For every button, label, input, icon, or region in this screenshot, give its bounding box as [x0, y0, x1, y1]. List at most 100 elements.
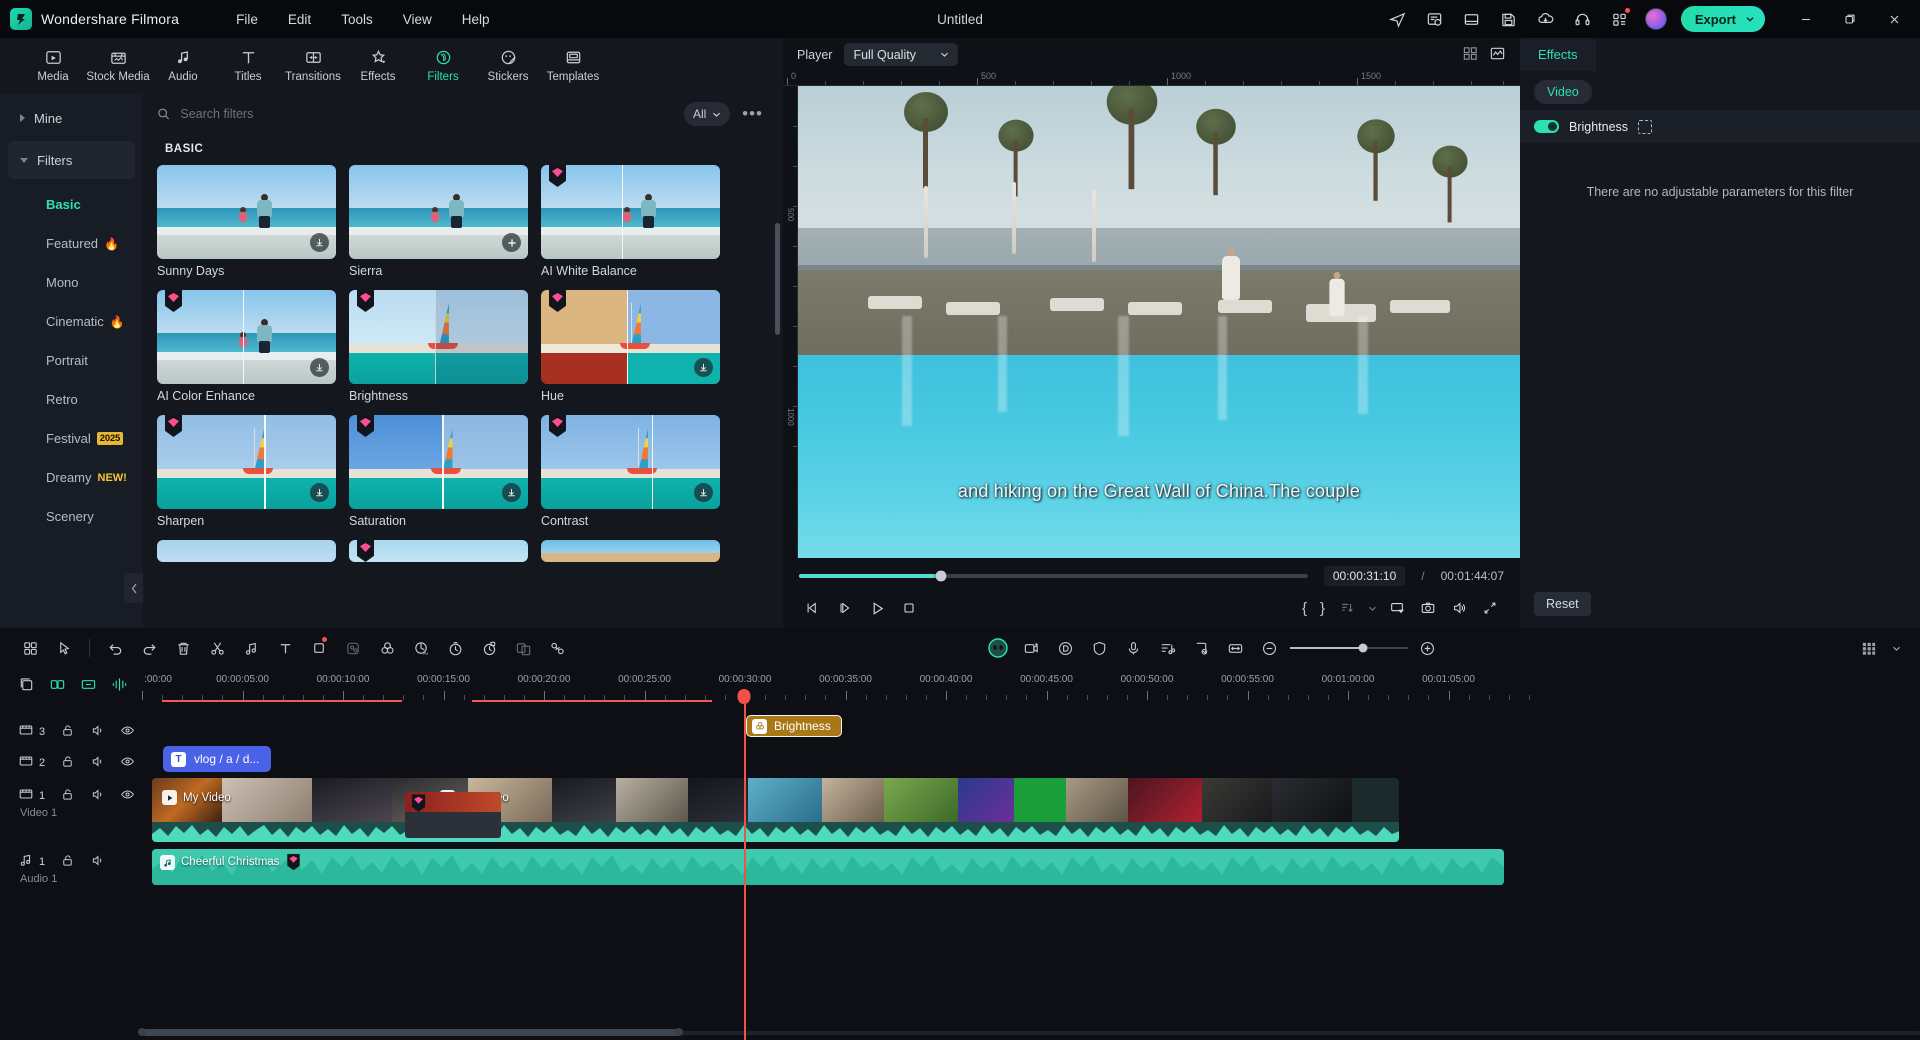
grid-dots-icon[interactable]	[1852, 634, 1884, 662]
download-icon[interactable]	[310, 483, 329, 502]
category-root-mine[interactable]: Mine	[8, 99, 135, 137]
filter-card-brightness[interactable]: Brightness	[349, 290, 528, 403]
tab-filters[interactable]: Filters	[412, 42, 474, 90]
shield-icon[interactable]	[1084, 634, 1116, 662]
menu-tools[interactable]: Tools	[326, 7, 388, 32]
filter-card[interactable]	[157, 540, 336, 562]
filter-thumbnail[interactable]	[541, 415, 720, 509]
color-wheel-icon[interactable]	[371, 634, 403, 662]
timeline-tracks[interactable]: T vlog / a / d... My Video Cheerful Chri…	[142, 704, 1920, 1040]
timeline-hscrollbar[interactable]	[138, 1028, 1920, 1036]
play-button[interactable]	[863, 596, 891, 620]
minimize-button[interactable]	[1784, 0, 1828, 38]
undo-icon[interactable]	[99, 634, 131, 662]
timeline-zoom-slider[interactable]	[1289, 643, 1408, 653]
auto-beat-icon[interactable]	[111, 676, 128, 696]
quality-dropdown[interactable]: Full Quality	[844, 43, 958, 66]
hscrollbar-handle-left[interactable]	[138, 1028, 146, 1036]
category-mono[interactable]: Mono	[0, 263, 143, 302]
zoom-slider-track[interactable]	[1289, 643, 1408, 653]
text-icon[interactable]	[269, 634, 301, 662]
snapshot-icon[interactable]	[1414, 596, 1442, 620]
stabilize-icon[interactable]	[473, 634, 505, 662]
tab-stock-media[interactable]: Stock Media	[86, 42, 150, 90]
tab-stickers[interactable]: Stickers	[477, 42, 539, 90]
timeline-clip-audio[interactable]: Cheerful Christmas	[152, 849, 1504, 885]
filter-card[interactable]: Sharpen	[157, 415, 336, 528]
stop-button[interactable]	[895, 596, 923, 620]
pop-out-player-icon[interactable]	[1383, 596, 1411, 620]
filter-card[interactable]	[541, 540, 720, 562]
download-icon[interactable]	[694, 358, 713, 377]
ai-video-icon[interactable]	[1016, 634, 1048, 662]
close-button[interactable]	[1872, 0, 1916, 38]
filter-thumbnail[interactable]	[349, 290, 528, 384]
title-clip-body[interactable]: T vlog / a / d...	[163, 746, 272, 772]
reset-button[interactable]: Reset	[1534, 592, 1591, 616]
cursor-select-icon[interactable]	[48, 634, 80, 662]
ai-avatar-icon[interactable]	[982, 634, 1014, 662]
audio-mixer-icon[interactable]	[1152, 634, 1184, 662]
filter-thumbnail[interactable]	[349, 165, 528, 259]
filter-card[interactable]	[349, 540, 528, 562]
category-scenery[interactable]: Scenery	[0, 497, 143, 536]
grid-view-icon[interactable]	[1462, 45, 1479, 65]
hscrollbar-handle-right[interactable]	[675, 1028, 683, 1036]
search-input[interactable]	[180, 107, 675, 121]
filter-card[interactable]: Hue	[541, 290, 720, 403]
more-options-icon[interactable]: •••	[740, 105, 765, 122]
audio-detach-icon[interactable]	[235, 634, 267, 662]
microphone-icon[interactable]	[1118, 634, 1150, 662]
effect-row-brightness[interactable]: Brightness	[1520, 110, 1920, 143]
filter-thumbnail[interactable]	[349, 415, 528, 509]
filter-thumbnail[interactable]	[541, 540, 720, 562]
speed-icon[interactable]	[439, 634, 471, 662]
category-basic[interactable]: Basic	[0, 185, 143, 224]
category-festival[interactable]: Festival 2025	[0, 419, 143, 458]
scrollbar-thumb[interactable]	[775, 223, 780, 335]
speaker-icon[interactable]	[90, 787, 105, 805]
filter-thumbnail[interactable]	[157, 540, 336, 562]
add-media-icon[interactable]	[18, 676, 35, 696]
playhead-marker[interactable]	[737, 689, 751, 704]
search-box[interactable]	[157, 100, 675, 128]
zoom-out-button[interactable]	[1254, 634, 1286, 662]
download-icon[interactable]	[694, 483, 713, 502]
collapse-sidebar-button[interactable]	[124, 573, 144, 603]
menu-file[interactable]: File	[221, 7, 273, 32]
unlock-icon[interactable]	[60, 754, 75, 772]
export-button[interactable]: Export	[1680, 6, 1765, 32]
video-preview[interactable]: and hiking on the Great Wall of China.Th…	[798, 86, 1520, 558]
effect-toggle[interactable]	[1534, 120, 1559, 133]
add-filter-icon[interactable]	[502, 233, 521, 252]
filter-card[interactable]: Contrast	[541, 415, 720, 528]
filter-thumbnail[interactable]	[349, 540, 528, 562]
scope-waveform-icon[interactable]	[1489, 45, 1506, 65]
category-featured[interactable]: Featured 🔥	[0, 224, 143, 263]
chevron-down-icon[interactable]	[1886, 634, 1906, 662]
category-cinematic[interactable]: Cinematic 🔥	[0, 302, 143, 341]
render-preview-icon[interactable]	[80, 676, 97, 696]
category-root-filters[interactable]: Filters	[8, 141, 135, 179]
volume-icon[interactable]	[1445, 596, 1473, 620]
fit-timeline-icon[interactable]	[1220, 634, 1252, 662]
unlock-icon[interactable]	[60, 853, 75, 871]
unlock-icon[interactable]	[60, 787, 75, 805]
filter-thumbnail[interactable]	[157, 415, 336, 509]
eye-icon[interactable]	[120, 723, 135, 741]
delete-icon[interactable]	[167, 634, 199, 662]
category-portrait[interactable]: Portrait	[0, 341, 143, 380]
tab-audio[interactable]: Audio	[152, 42, 214, 90]
hscrollbar-thumb[interactable]	[142, 1029, 682, 1036]
layout-icon[interactable]	[1455, 4, 1489, 34]
timeline-clip-video[interactable]: My Video My Video	[152, 778, 1399, 842]
menu-edit[interactable]: Edit	[273, 7, 326, 32]
unlock-icon[interactable]	[60, 723, 75, 741]
crop-icon[interactable]	[303, 634, 335, 662]
category-dreamy[interactable]: Dreamy NEW!	[0, 458, 143, 497]
share-icon[interactable]	[1381, 4, 1415, 34]
avatar[interactable]	[1644, 8, 1667, 30]
seek-knob[interactable]	[935, 570, 947, 582]
filter-type-dropdown[interactable]: All	[684, 102, 731, 126]
tab-titles[interactable]: Titles	[217, 42, 279, 90]
